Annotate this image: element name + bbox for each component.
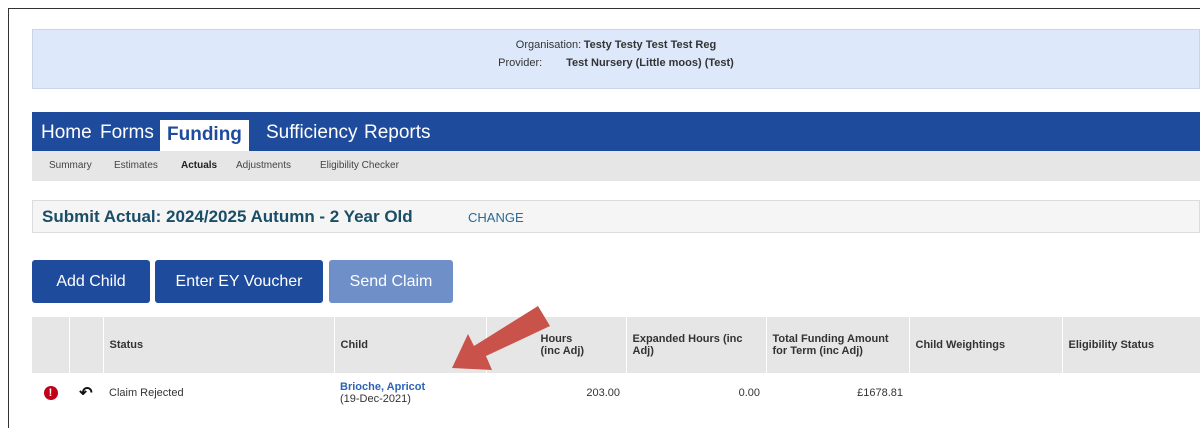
provider-label: Provider:: [498, 57, 543, 69]
nav-sufficiency[interactable]: Sufficiency: [266, 122, 358, 144]
claims-table: Status Child Hours (inc Adj) Expanded Ho…: [32, 317, 1200, 413]
change-link[interactable]: CHANGE: [468, 210, 524, 225]
error-icon: !: [43, 386, 58, 400]
nav-forms[interactable]: Forms: [100, 122, 154, 144]
row-status: Claim Rejected: [103, 373, 334, 413]
child-name-link[interactable]: Brioche, Apricot: [340, 381, 480, 393]
subnav-actuals[interactable]: Actuals: [181, 160, 217, 171]
header-action-col: [69, 317, 104, 373]
provider-row: Provider: Test Nursery (Little moos) (Te…: [33, 57, 1199, 69]
subnav-adjustments[interactable]: Adjustments: [236, 160, 291, 171]
subnav-estimates[interactable]: Estimates: [114, 160, 158, 171]
nav-funding[interactable]: Funding: [160, 120, 249, 151]
header-status: Status: [103, 317, 335, 373]
row-eligibility-status: [1062, 373, 1200, 413]
row-expanded-hours: 0.00: [626, 373, 766, 413]
nav-home[interactable]: Home: [41, 122, 92, 144]
row-total-funding: £1678.81: [766, 373, 909, 413]
claim-heading: Submit Actual: 2024/2025 Autumn - 2 Year…: [32, 200, 1200, 233]
row-error-cell: !: [32, 373, 69, 413]
subnav-summary[interactable]: Summary: [49, 160, 92, 171]
row-undo-cell: ↶: [69, 373, 103, 413]
table-header-row: Status Child Hours (inc Adj) Expanded Ho…: [32, 317, 1200, 373]
header-total-funding: Total Funding Amount for Term (inc Adj): [766, 317, 910, 373]
table-row: ! ↶ Claim Rejected Brioche, Apricot (19-…: [32, 373, 1200, 413]
nav-reports[interactable]: Reports: [364, 122, 431, 144]
row-child-weightings: [909, 373, 1062, 413]
subnav-eligibility-checker[interactable]: Eligibility Checker: [320, 160, 399, 171]
header-icon-col: [32, 317, 70, 373]
add-child-button[interactable]: Add Child: [32, 260, 150, 303]
child-dob: (19-Dec-2021): [340, 393, 411, 405]
main-nav: Home Forms Funding Sufficiency Reports: [32, 112, 1200, 151]
enter-ey-voucher-button[interactable]: Enter EY Voucher: [155, 260, 323, 303]
provider-value: Test Nursery (Little moos) (Test): [566, 57, 734, 69]
send-claim-button[interactable]: Send Claim: [329, 260, 453, 303]
annotation-arrow-icon: [452, 306, 550, 370]
organisation-label: Organisation:: [515, 39, 582, 51]
sub-nav: Summary Estimates Actuals Adjustments El…: [32, 151, 1200, 181]
header-eligibility-status: Eligibility Status: [1062, 317, 1200, 373]
undo-icon[interactable]: ↶: [79, 385, 92, 402]
organisation-value: Testy Testy Test Test Reg: [583, 39, 717, 51]
header-expanded-hours: Expanded Hours (inc Adj): [626, 317, 767, 373]
organisation-row: Organisation: Testy Testy Test Test Reg: [33, 39, 1199, 51]
page-title: Submit Actual: 2024/2025 Autumn - 2 Year…: [42, 207, 413, 226]
header-child-weightings: Child Weightings: [909, 317, 1063, 373]
organisation-info-panel: Organisation: Testy Testy Test Test Reg …: [32, 29, 1200, 89]
